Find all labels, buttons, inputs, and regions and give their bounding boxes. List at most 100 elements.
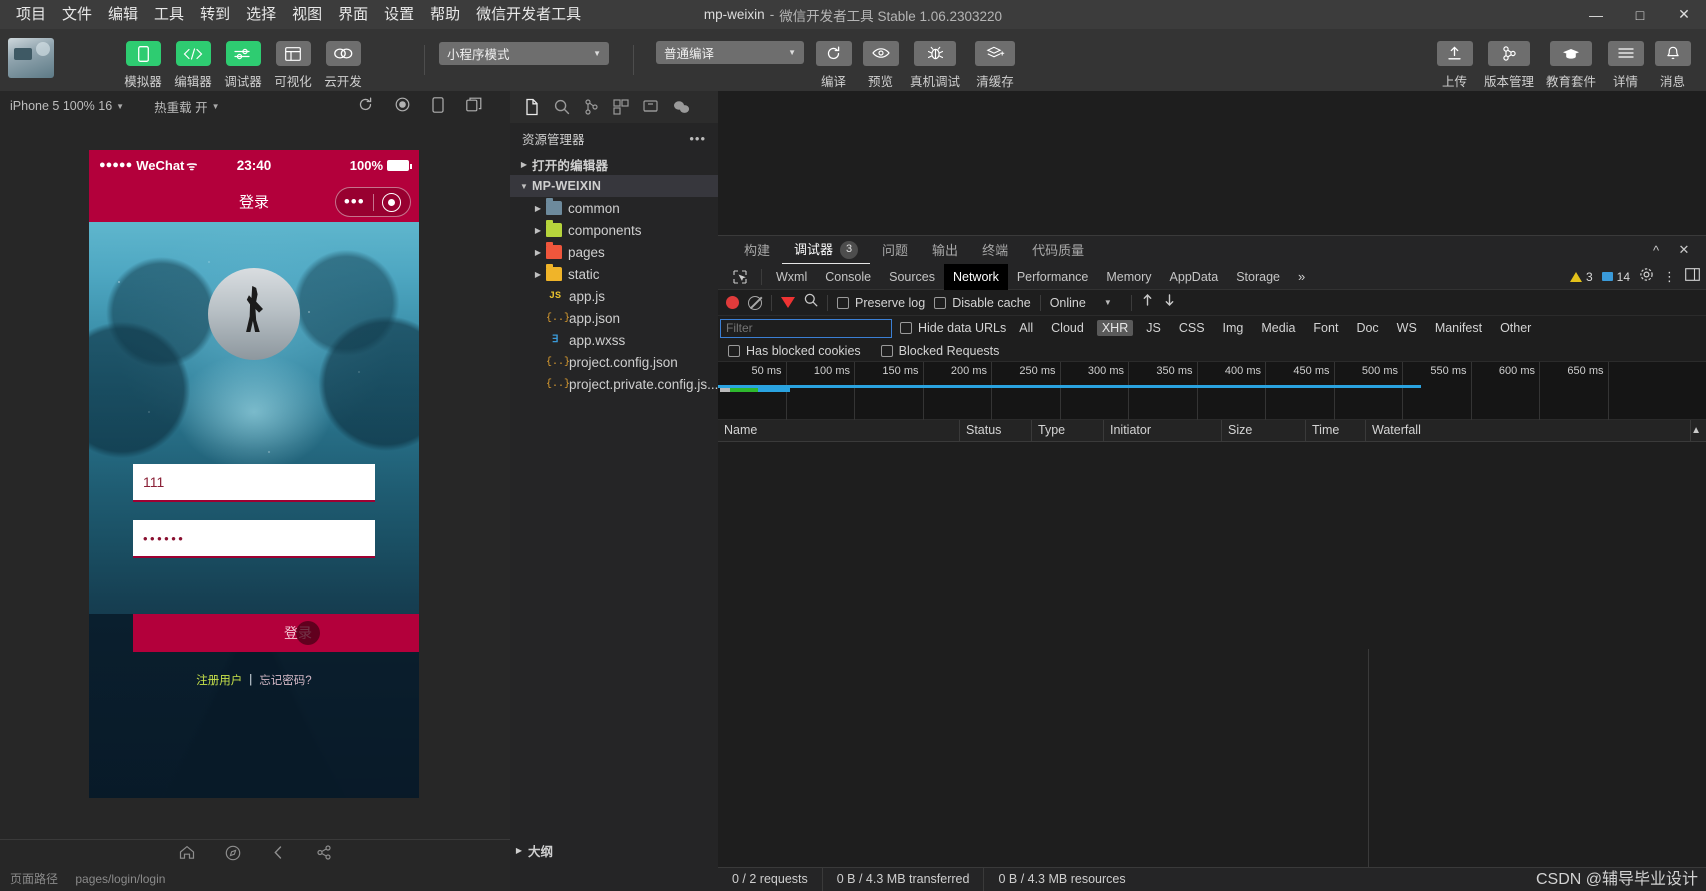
menu-item-tools[interactable]: 工具 xyxy=(146,0,192,29)
toolbar-button-compile[interactable]: 编译 xyxy=(810,40,857,90)
explorer-more-icon[interactable]: ••• xyxy=(689,131,706,146)
export-icon[interactable] xyxy=(1163,293,1176,312)
filter-type-img[interactable]: Img xyxy=(1218,320,1249,336)
toolbar-button-education[interactable]: 教育套件 xyxy=(1540,40,1602,90)
filter-type-js[interactable]: JS xyxy=(1141,320,1166,336)
preserve-log-checkbox[interactable]: Preserve log xyxy=(837,296,925,310)
panel-tab-performance[interactable]: Performance xyxy=(1008,264,1098,290)
scroll-up-arrow-icon[interactable]: ▲ xyxy=(1691,425,1706,436)
device-frame-icon[interactable] xyxy=(432,96,444,116)
funnel-icon[interactable] xyxy=(781,297,795,308)
toolbar-button-clearcache[interactable]: 清缓存 xyxy=(966,40,1024,90)
toolbar-button-debugger[interactable]: 调试器 xyxy=(218,41,268,90)
kebab-icon[interactable]: ⋮ xyxy=(1663,270,1676,283)
panel-tab-appdata[interactable]: AppData xyxy=(1161,264,1228,290)
tab-build[interactable]: 构建 xyxy=(732,236,782,264)
close-devtools-button[interactable]: ✕ xyxy=(1672,239,1696,261)
menu-item-project[interactable]: 项目 xyxy=(8,0,54,29)
tree-item-app-js[interactable]: JS app.js xyxy=(510,285,718,307)
tree-item-common[interactable]: ▶ common xyxy=(510,197,718,219)
toolbar-button-preview[interactable]: 预览 xyxy=(857,40,904,90)
tab-debugger[interactable]: 调试器 3 xyxy=(782,236,871,264)
tree-open-editors[interactable]: ▶ 打开的编辑器 xyxy=(510,153,718,175)
warning-count-group[interactable]: 3 xyxy=(1569,270,1593,284)
panel-tab-memory[interactable]: Memory xyxy=(1097,264,1160,290)
has-blocked-cookies-checkbox[interactable]: Has blocked cookies xyxy=(728,344,861,358)
collapse-devtools-button[interactable]: ^ xyxy=(1644,239,1668,261)
column-header-type[interactable]: Type xyxy=(1032,419,1104,442)
toolbar-button-version[interactable]: 版本管理 xyxy=(1478,40,1540,90)
share-icon[interactable] xyxy=(316,845,332,865)
tree-item-components[interactable]: ▶ components xyxy=(510,219,718,241)
toolbar-button-message[interactable]: 消息 xyxy=(1649,40,1696,90)
forgot-password-link[interactable]: 忘记密码? xyxy=(259,672,311,688)
detach-simulator-icon[interactable] xyxy=(466,97,482,116)
source-control-icon[interactable] xyxy=(584,99,599,115)
record-simulator-icon[interactable] xyxy=(395,97,410,116)
menu-item-view[interactable]: 视图 xyxy=(284,0,330,29)
record-icon[interactable] xyxy=(726,296,739,309)
tab-problems[interactable]: 问题 xyxy=(870,236,920,264)
message-count-group[interactable]: 14 xyxy=(1601,270,1630,284)
debug-icon[interactable] xyxy=(643,99,659,115)
column-header-waterfall[interactable]: Waterfall xyxy=(1366,419,1692,442)
menu-item-help[interactable]: 帮助 xyxy=(422,0,468,29)
column-header-name[interactable]: Name xyxy=(718,419,960,442)
menu-item-interface[interactable]: 界面 xyxy=(330,0,376,29)
tree-item-project-private-config[interactable]: {..} project.private.config.js... xyxy=(510,373,718,395)
files-icon[interactable] xyxy=(524,98,540,116)
menu-item-file[interactable]: 文件 xyxy=(54,0,100,29)
tab-code-quality[interactable]: 代码质量 xyxy=(1020,236,1096,264)
tree-item-project-config[interactable]: {..} project.config.json xyxy=(510,351,718,373)
filter-input[interactable] xyxy=(720,318,892,338)
toolbar-button-upload[interactable]: 上传 xyxy=(1431,40,1478,90)
toolbar-button-cloud[interactable]: 云开发 xyxy=(318,41,368,90)
toolbar-button-simulator[interactable]: 模拟器 xyxy=(118,41,168,90)
tab-output[interactable]: 输出 xyxy=(920,236,970,264)
compass-icon[interactable] xyxy=(225,845,241,866)
panel-tab-wxml[interactable]: Wxml xyxy=(767,264,816,290)
dock-icon[interactable] xyxy=(1685,267,1700,286)
compile-select[interactable]: 普通编译 ▼ xyxy=(656,40,804,64)
blocked-requests-checkbox[interactable]: Blocked Requests xyxy=(880,344,999,358)
toolbar-button-detail[interactable]: 详情 xyxy=(1602,40,1649,90)
capsule-close-icon[interactable] xyxy=(374,192,411,212)
filter-type-doc[interactable]: Doc xyxy=(1351,320,1383,336)
filter-type-media[interactable]: Media xyxy=(1256,320,1300,336)
outline-section[interactable]: ▶ 大纲 xyxy=(510,837,718,863)
mode-select[interactable]: 小程序模式 ▼ xyxy=(439,41,609,65)
tree-item-static[interactable]: ▶ static xyxy=(510,263,718,285)
panel-tab-network[interactable]: Network xyxy=(943,263,1008,290)
back-icon[interactable] xyxy=(271,845,286,865)
tree-item-app-wxss[interactable]: ∃ app.wxss xyxy=(510,329,718,351)
column-header-size[interactable]: Size xyxy=(1222,419,1306,442)
filter-type-ws[interactable]: WS xyxy=(1392,320,1422,336)
register-link[interactable]: 注册用户 xyxy=(196,672,242,688)
gear-icon[interactable] xyxy=(1639,267,1654,287)
login-button[interactable]: 登录 xyxy=(133,614,419,652)
menu-item-select[interactable]: 选择 xyxy=(238,0,284,29)
password-input[interactable]: •••••• xyxy=(133,520,375,558)
tree-item-pages[interactable]: ▶ pages xyxy=(510,241,718,263)
network-timeline[interactable]: 50 ms 100 ms 150 ms 200 ms 250 ms 300 ms… xyxy=(718,362,1706,420)
column-header-status[interactable]: Status xyxy=(960,419,1032,442)
panel-tab-sources[interactable]: Sources xyxy=(880,264,944,290)
throttle-select[interactable]: Online ▼ xyxy=(1050,296,1112,310)
hide-data-urls-checkbox[interactable]: Hide data URLs xyxy=(900,321,1006,335)
tree-project-root[interactable]: ▼ MP-WEIXIN xyxy=(510,175,718,197)
filter-type-xhr[interactable]: XHR xyxy=(1096,320,1134,336)
column-header-time[interactable]: Time xyxy=(1306,419,1366,442)
phone-simulator[interactable]: ●●●●● WeChat ᯤ 23:40 100% 登录 ••• 111 •••… xyxy=(89,150,419,798)
home-icon[interactable] xyxy=(179,845,195,865)
toolbar-button-editor[interactable]: 编辑器 xyxy=(168,41,218,90)
menu-item-wechat-devtools[interactable]: 微信开发者工具 xyxy=(468,0,589,29)
filter-type-all[interactable]: All xyxy=(1014,320,1038,336)
hot-reload-select[interactable]: 热重载 开 ▼ xyxy=(154,97,219,116)
username-input[interactable]: 111 xyxy=(133,464,375,502)
search-icon-network[interactable] xyxy=(804,293,818,312)
maximize-button[interactable]: □ xyxy=(1618,0,1662,29)
search-icon[interactable] xyxy=(554,99,570,115)
minimize-button[interactable]: — xyxy=(1574,0,1618,29)
menu-item-goto[interactable]: 转到 xyxy=(192,0,238,29)
panel-tab-console[interactable]: Console xyxy=(816,264,880,290)
